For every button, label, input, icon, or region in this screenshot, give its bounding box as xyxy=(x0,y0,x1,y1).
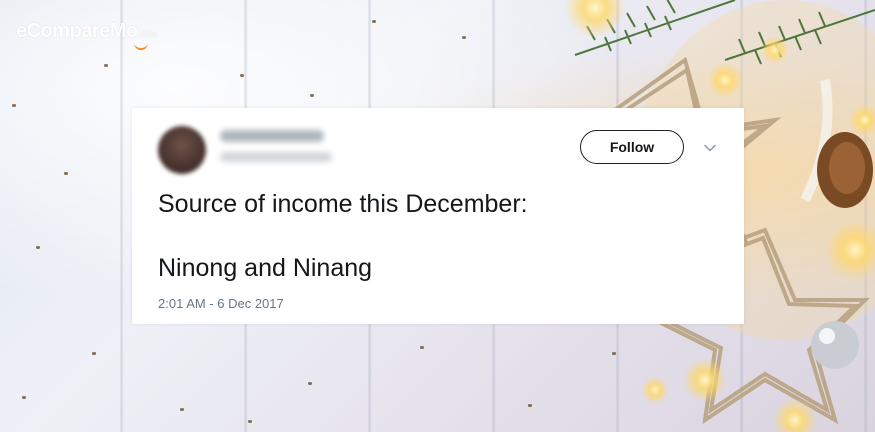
background-speck xyxy=(64,172,68,175)
background-speck xyxy=(104,64,108,67)
author-handle-blurred[interactable] xyxy=(220,152,332,162)
background-speck xyxy=(240,74,244,77)
background-speck xyxy=(92,352,96,355)
background-speck xyxy=(372,20,376,23)
brand-suffix: .com xyxy=(138,29,157,39)
tweet-text-line-1: Source of income this December: xyxy=(158,190,528,218)
chevron-down-icon[interactable] xyxy=(704,142,716,154)
avatar[interactable] xyxy=(158,126,206,174)
brand-name: eCompareMo xyxy=(16,20,138,42)
background-speck xyxy=(22,396,26,399)
background-speck xyxy=(12,104,16,107)
ecomparemo-logo: eCompareMo.com xyxy=(16,20,157,50)
background-speck xyxy=(308,382,312,385)
background-speck xyxy=(310,94,314,97)
background-speck xyxy=(420,346,424,349)
background-speck xyxy=(180,408,184,411)
background-speck xyxy=(36,246,40,249)
tweet-card: Follow Source of income this December: N… xyxy=(132,108,744,324)
background-speck xyxy=(528,404,532,407)
background-speck xyxy=(248,420,252,423)
background-speck xyxy=(462,36,466,39)
tweet-text-line-2: Ninong and Ninang xyxy=(158,254,373,282)
follow-button[interactable]: Follow xyxy=(580,130,684,164)
author-name-blurred[interactable] xyxy=(220,130,324,142)
tweet-timestamp[interactable]: 2:01 AM - 6 Dec 2017 xyxy=(158,296,284,311)
